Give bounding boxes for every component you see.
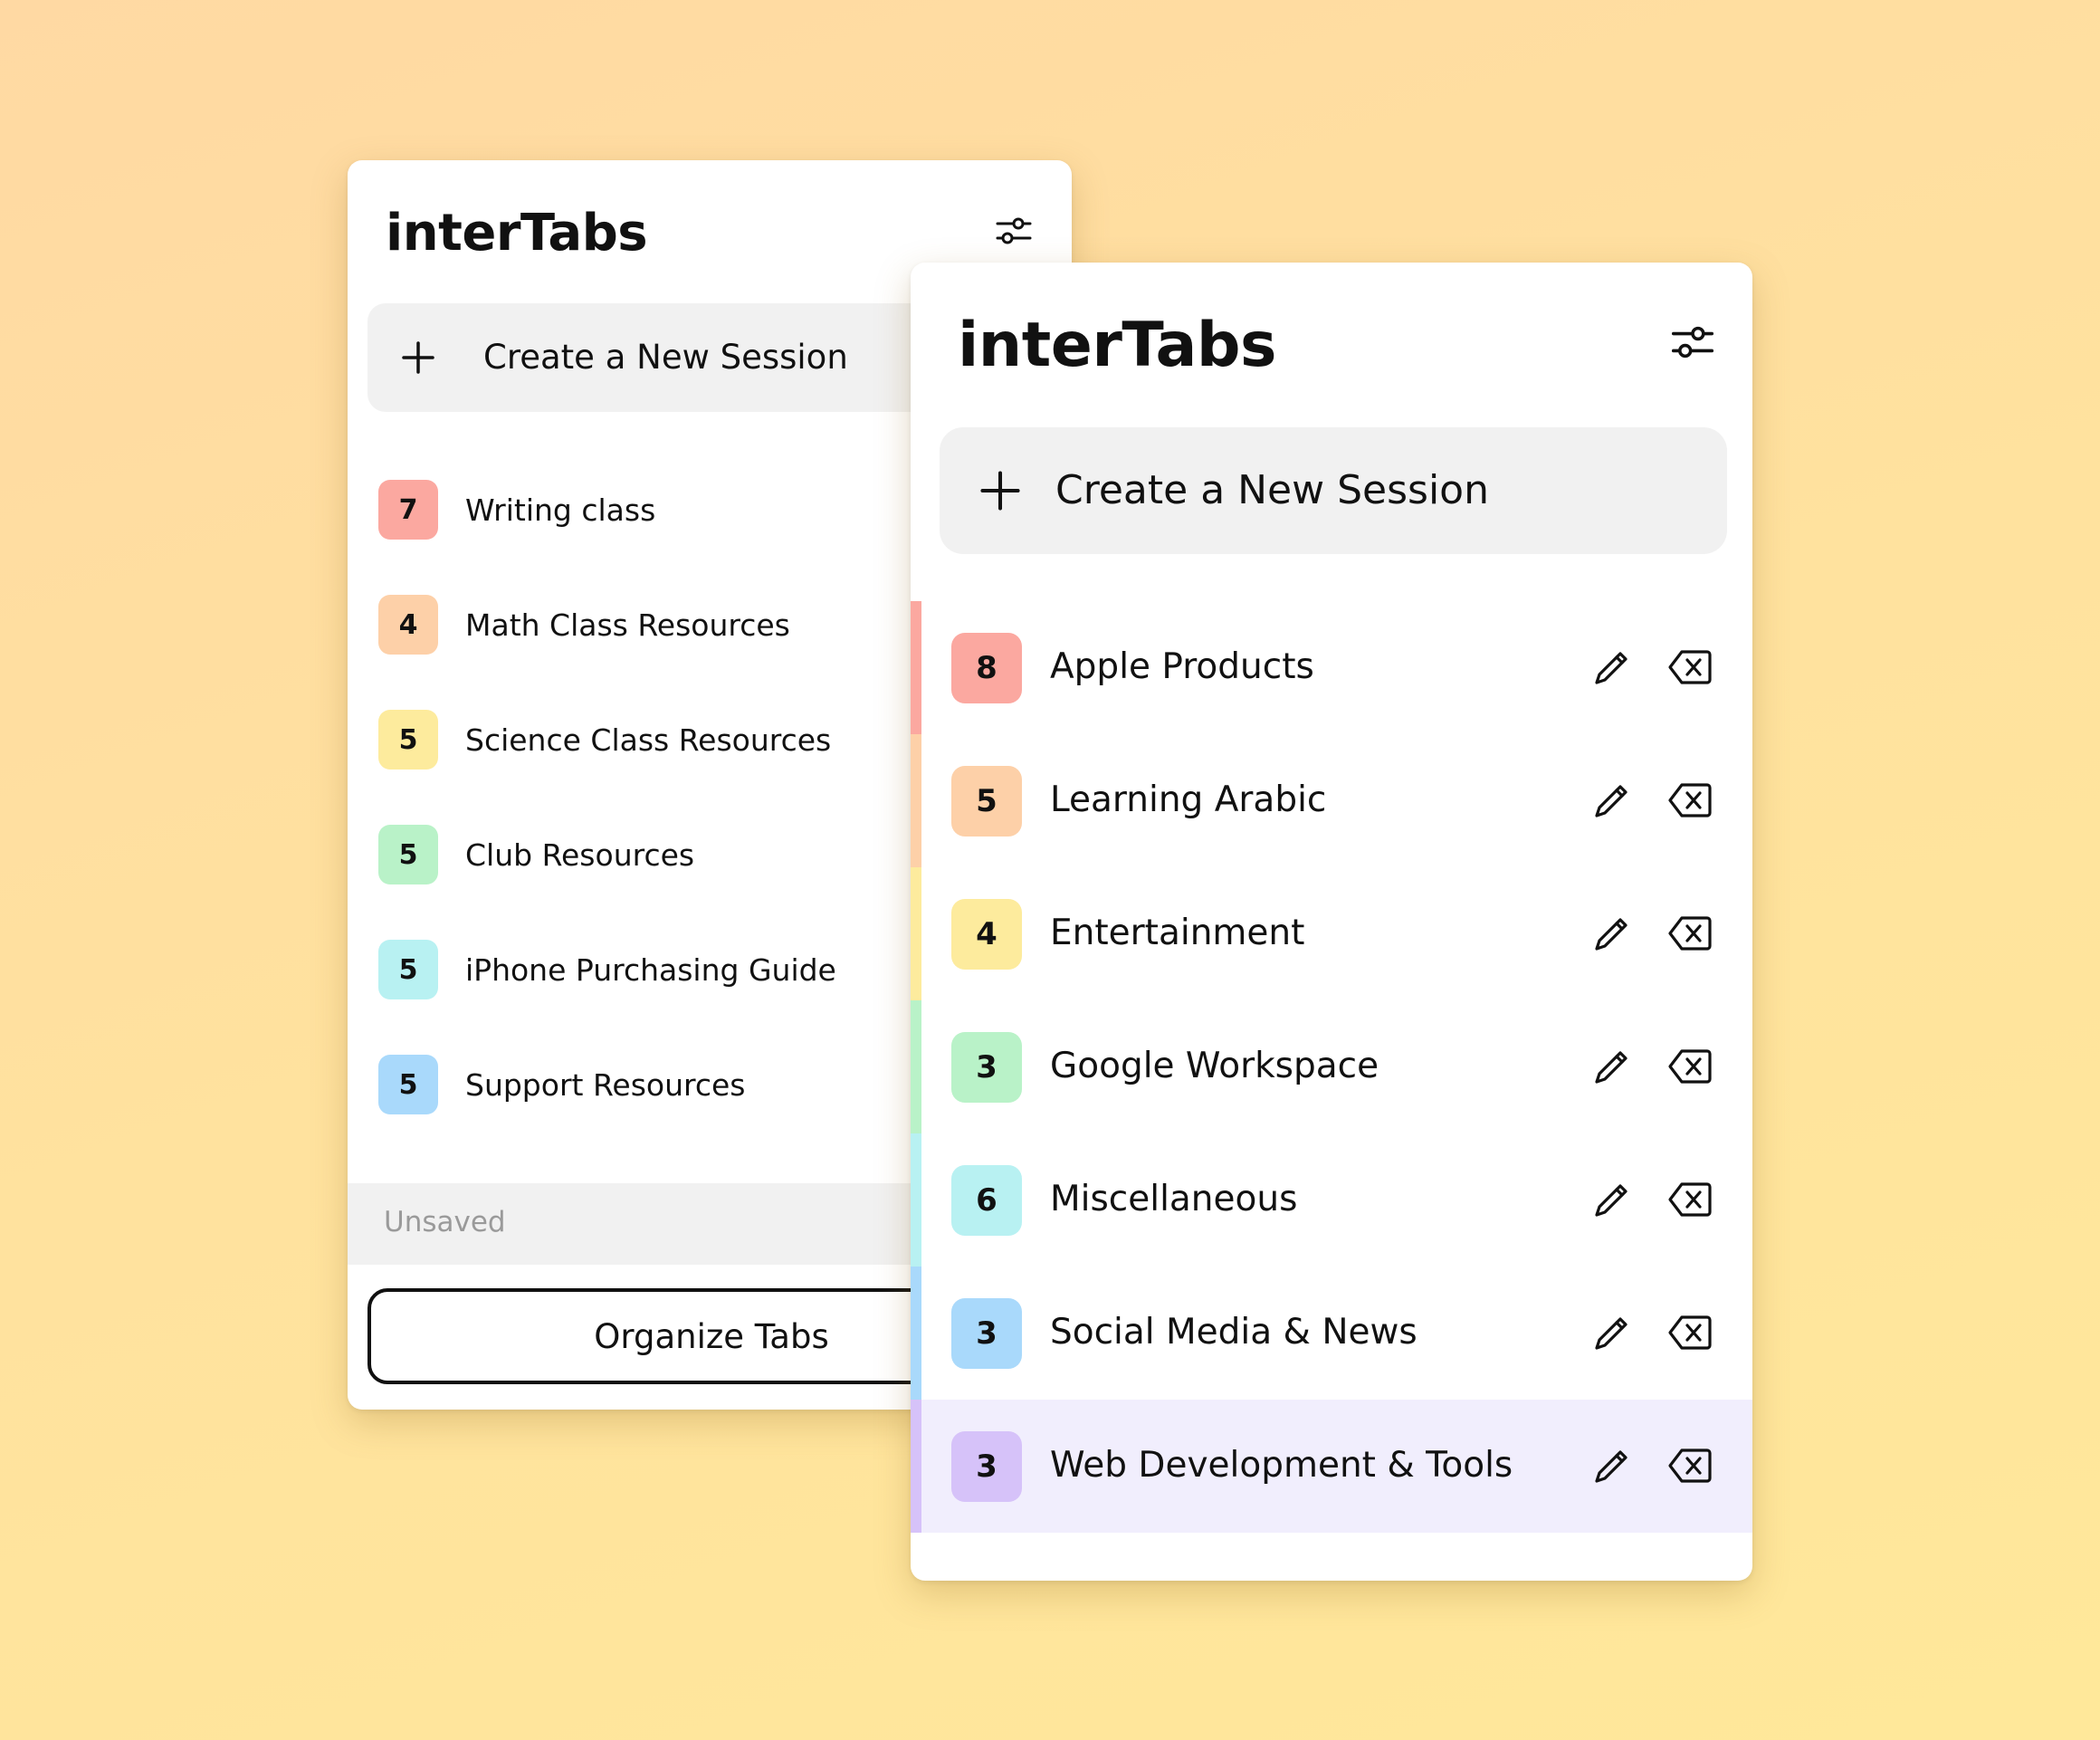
- edit-session-button[interactable]: [1591, 781, 1631, 821]
- tab-count-badge: 4: [378, 595, 438, 655]
- tab-count-badge: 5: [378, 940, 438, 999]
- tab-count-badge: 7: [378, 480, 438, 540]
- edit-session-button[interactable]: [1591, 1314, 1631, 1353]
- session-name: iPhone Purchasing Guide: [465, 952, 836, 988]
- tab-count-badge: 8: [951, 633, 1022, 703]
- app-title: interTabs: [958, 310, 1277, 381]
- session-name: Apple Products: [1050, 646, 1314, 687]
- session-name: Miscellaneous: [1050, 1179, 1298, 1219]
- session-item[interactable]: 4 Entertainment: [911, 867, 1752, 1000]
- session-item[interactable]: 8 Apple Products: [911, 601, 1752, 734]
- backspace-icon: [1667, 1314, 1713, 1352]
- session-name: Writing class: [465, 492, 656, 528]
- session-name: Web Development & Tools: [1050, 1445, 1513, 1486]
- backspace-icon: [1667, 648, 1713, 686]
- tab-count-badge: 5: [951, 766, 1022, 837]
- session-name: Learning Arabic: [1050, 779, 1327, 820]
- pencil-icon: [1591, 914, 1631, 954]
- session-item[interactable]: 6 Miscellaneous: [911, 1133, 1752, 1267]
- pencil-icon: [1591, 1314, 1631, 1353]
- session-color-stripe: [911, 1133, 921, 1267]
- session-item[interactable]: 3 Google Workspace: [911, 1000, 1752, 1133]
- sliders-icon: [994, 211, 1034, 251]
- pencil-icon: [1591, 1181, 1631, 1220]
- create-session-label: Create a New Session: [483, 338, 848, 377]
- delete-session-button[interactable]: [1667, 781, 1713, 819]
- sliders-icon: [1669, 319, 1716, 366]
- session-name: Entertainment: [1050, 913, 1305, 953]
- session-name: Science Class Resources: [465, 722, 832, 758]
- front-popup-panel: interTabs Create a New Session 8 Apple Pr…: [911, 263, 1752, 1581]
- pencil-icon: [1591, 781, 1631, 821]
- delete-session-button[interactable]: [1667, 1047, 1713, 1085]
- session-name: Social Media & News: [1050, 1312, 1418, 1353]
- session-color-stripe: [911, 1400, 921, 1533]
- edit-session-button[interactable]: [1591, 1447, 1631, 1487]
- edit-session-button[interactable]: [1591, 648, 1631, 688]
- session-color-stripe: [911, 1267, 921, 1400]
- pencil-icon: [1591, 648, 1631, 688]
- session-item[interactable]: 3 Social Media & News: [911, 1267, 1752, 1400]
- edit-session-button[interactable]: [1591, 1181, 1631, 1220]
- backspace-icon: [1667, 1181, 1713, 1219]
- session-name: Google Workspace: [1050, 1046, 1379, 1086]
- delete-session-button[interactable]: [1667, 1447, 1713, 1485]
- unsaved-label: Unsaved: [384, 1206, 506, 1238]
- tab-count-badge: 3: [951, 1032, 1022, 1103]
- session-name: Club Resources: [465, 837, 695, 873]
- edit-session-button[interactable]: [1591, 1047, 1631, 1087]
- delete-session-button[interactable]: [1667, 1181, 1713, 1219]
- tab-count-badge: 5: [378, 1055, 438, 1114]
- backspace-icon: [1667, 914, 1713, 952]
- backspace-icon: [1667, 1047, 1713, 1085]
- session-color-stripe: [911, 1000, 921, 1133]
- session-item[interactable]: 3 Web Development & Tools: [911, 1400, 1752, 1533]
- edit-session-button[interactable]: [1591, 914, 1631, 954]
- plus-icon: [979, 470, 1021, 511]
- delete-session-button[interactable]: [1667, 1314, 1713, 1352]
- session-name: Math Class Resources: [465, 607, 790, 643]
- session-color-stripe: [911, 734, 921, 867]
- tab-count-badge: 4: [951, 899, 1022, 970]
- session-name: Support Resources: [465, 1067, 746, 1103]
- app-title: interTabs: [386, 204, 648, 263]
- backspace-icon: [1667, 781, 1713, 819]
- delete-session-button[interactable]: [1667, 648, 1713, 686]
- pencil-icon: [1591, 1447, 1631, 1487]
- settings-button[interactable]: [1669, 319, 1716, 366]
- tab-count-badge: 5: [378, 825, 438, 884]
- create-session-label: Create a New Session: [1055, 467, 1489, 513]
- create-session-button[interactable]: Create a New Session: [940, 427, 1727, 554]
- settings-button[interactable]: [994, 211, 1034, 251]
- tab-count-badge: 6: [951, 1165, 1022, 1236]
- pencil-icon: [1591, 1047, 1631, 1087]
- session-color-stripe: [911, 867, 921, 1000]
- plus-icon: [400, 339, 436, 376]
- delete-session-button[interactable]: [1667, 914, 1713, 952]
- tab-count-badge: 5: [378, 710, 438, 770]
- session-item[interactable]: 5 Learning Arabic: [911, 734, 1752, 867]
- session-color-stripe: [911, 601, 921, 734]
- tab-count-badge: 3: [951, 1298, 1022, 1369]
- tab-count-badge: 3: [951, 1431, 1022, 1502]
- backspace-icon: [1667, 1447, 1713, 1485]
